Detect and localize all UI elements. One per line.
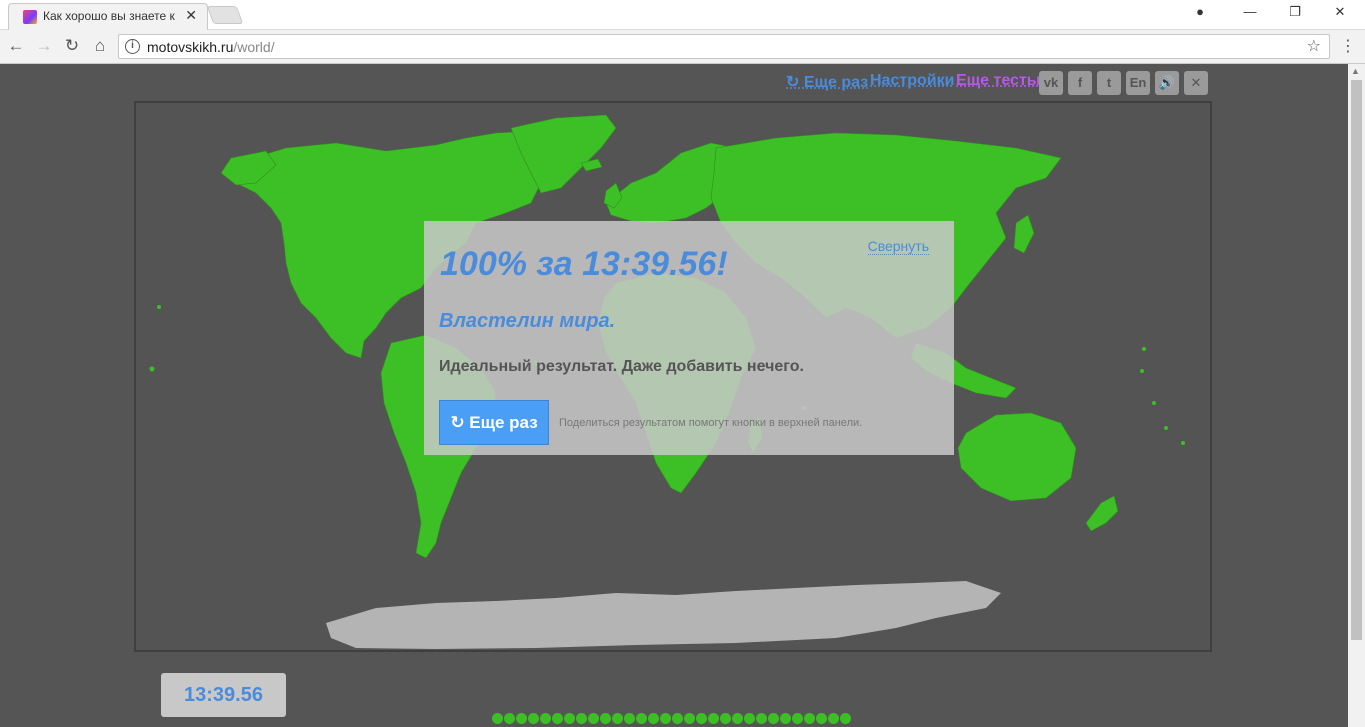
result-rank: Властелин мира. [439, 310, 616, 332]
site-info-icon[interactable]: i [125, 39, 140, 54]
progress-dot [804, 713, 815, 724]
new-zealand-region [1085, 495, 1119, 532]
progress-dot [588, 713, 599, 724]
close-quiz-icon[interactable]: ✕ [1184, 71, 1208, 95]
progress-dot [552, 713, 563, 724]
progress-dot [576, 713, 587, 724]
share-hint: Поделиться результатом помогут кнопки в … [559, 417, 863, 429]
progress-dot [708, 713, 719, 724]
home-icon[interactable]: ⌂ [90, 36, 110, 56]
progress-dot [720, 713, 731, 724]
more-tests-link[interactable]: Еще тесты [956, 72, 1040, 90]
tab-title: Как хорошо вы знаете к [43, 9, 175, 23]
result-title: 100% за 13:39.56! [440, 245, 728, 283]
restore-icon[interactable]: ❐ [1285, 4, 1305, 20]
progress-dot [792, 713, 803, 724]
minimize-icon[interactable]: — [1240, 4, 1260, 19]
antarctica-region [326, 581, 1001, 649]
pacific-island-dot [149, 366, 155, 372]
progress-dot [660, 713, 671, 724]
progress-dot [840, 713, 851, 724]
progress-dot [600, 713, 611, 724]
result-panel: 100% за 13:39.56! Свернуть Властелин мир… [424, 221, 954, 455]
url-path: /world/ [233, 39, 275, 55]
language-toggle-button[interactable]: En [1126, 71, 1150, 95]
progress-dot [744, 713, 755, 724]
pacific-island-dot [1152, 401, 1156, 405]
progress-dot [648, 713, 659, 724]
new-tab-button[interactable] [206, 6, 244, 24]
scroll-up-arrow-icon[interactable]: ▲ [1351, 66, 1360, 76]
browser-tab[interactable]: Как хорошо вы знаете к ✕ [8, 3, 208, 30]
vk-share-icon[interactable]: vk [1039, 71, 1063, 95]
progress-dot [516, 713, 527, 724]
pacific-island-dot [1142, 347, 1146, 351]
scrollbar-thumb[interactable] [1351, 80, 1362, 640]
progress-dot [768, 713, 779, 724]
progress-dot [696, 713, 707, 724]
australia-region [957, 412, 1077, 502]
progress-dot [636, 713, 647, 724]
progress-dot [756, 713, 767, 724]
twitter-share-icon[interactable]: t [1097, 71, 1121, 95]
progress-dot [504, 713, 515, 724]
progress-dot [828, 713, 839, 724]
tab-close-icon[interactable]: ✕ [185, 7, 197, 24]
browser-toolbar: ← → ↻ ⌂ i motovskikh.ru/world/ ☆ ⋮ [0, 30, 1365, 64]
page-scrollbar[interactable]: ▲ [1348, 64, 1365, 727]
timer-display: 13:39.56 [161, 673, 286, 717]
progress-dot [816, 713, 827, 724]
progress-dot [564, 713, 575, 724]
pacific-island-dot [1164, 426, 1168, 430]
progress-dot [732, 713, 743, 724]
japan-region [1013, 214, 1035, 254]
url-text: motovskikh.ru/world/ [147, 39, 275, 55]
pacific-island-dot [1140, 369, 1144, 373]
back-icon[interactable]: ← [6, 36, 26, 56]
browser-tab-bar: Как хорошо вы знаете к ✕ ● — ❐ ✕ [0, 0, 1365, 30]
address-bar[interactable]: i motovskikh.ru/world/ ☆ [118, 34, 1330, 59]
settings-link[interactable]: Настройки [870, 72, 954, 90]
progress-dot [780, 713, 791, 724]
result-description: Идеальный результат. Даже добавить нечег… [439, 358, 804, 375]
again-button[interactable]: ↻ Еще раз [439, 400, 549, 445]
progress-dot [492, 713, 503, 724]
pacific-island-dot [157, 305, 161, 309]
progress-dot [540, 713, 551, 724]
progress-dot [624, 713, 635, 724]
close-window-icon[interactable]: ✕ [1330, 4, 1350, 20]
forward-icon[interactable]: → [34, 36, 54, 56]
url-host: motovskikh.ru [147, 39, 234, 55]
progress-dot [684, 713, 695, 724]
facebook-share-icon[interactable]: f [1068, 71, 1092, 95]
pacific-island-dot [1181, 441, 1185, 445]
collapse-link[interactable]: Свернуть [867, 238, 929, 255]
profile-icon[interactable]: ● [1190, 4, 1210, 19]
progress-dot [612, 713, 623, 724]
bookmark-star-icon[interactable]: ☆ [1307, 36, 1321, 56]
again-link[interactable]: ↻ Еще раз [786, 72, 868, 92]
reload-icon[interactable]: ↻ [62, 36, 82, 56]
browser-menu-icon[interactable]: ⋮ [1340, 36, 1356, 56]
site-favicon-icon [23, 10, 37, 24]
progress-dot [672, 713, 683, 724]
progress-dot [528, 713, 539, 724]
sound-icon[interactable]: 🔊 [1155, 71, 1179, 95]
